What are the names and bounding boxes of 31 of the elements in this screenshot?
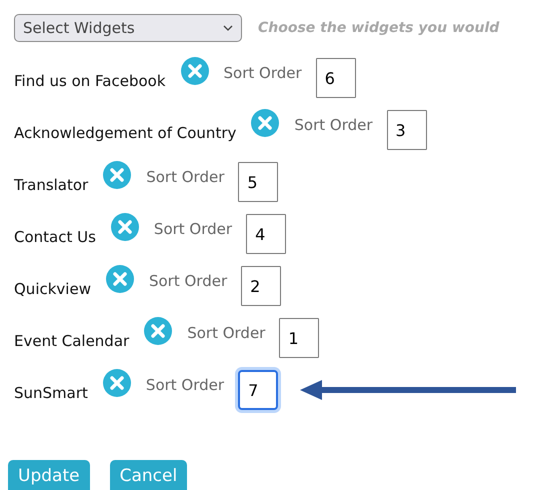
sort-order-label: Sort Order bbox=[146, 376, 224, 394]
sort-order-label: Sort Order bbox=[148, 272, 228, 290]
widget-name: Translator bbox=[14, 176, 88, 194]
sort-order-label: Sort Order bbox=[294, 116, 373, 134]
sort-order-field[interactable]: 5 bbox=[238, 162, 278, 202]
remove-icon[interactable] bbox=[143, 316, 174, 346]
remove-icon[interactable] bbox=[250, 108, 280, 138]
widget-select[interactable]: Select Widgets bbox=[14, 14, 242, 42]
sort-order-label: Sort Order bbox=[224, 64, 302, 82]
sort-order-field[interactable]: 3 bbox=[386, 110, 427, 150]
caret-icon bbox=[223, 25, 233, 31]
widget-name: Contact Us bbox=[14, 228, 96, 246]
widget-name: Acknowledgement of Country bbox=[14, 124, 236, 142]
remove-icon[interactable] bbox=[110, 212, 140, 242]
remove-icon[interactable] bbox=[180, 56, 210, 86]
sort-order-label: Sort Order bbox=[154, 220, 232, 238]
widget-name: Quickview bbox=[14, 280, 91, 298]
sort-order-label: Sort Order bbox=[187, 324, 266, 342]
remove-icon[interactable] bbox=[102, 368, 132, 398]
sort-order-label: Sort Order bbox=[146, 168, 224, 186]
remove-icon[interactable] bbox=[104, 264, 135, 294]
sort-order-field[interactable]: 2 bbox=[241, 266, 282, 306]
widget-name: Find us on Facebook bbox=[14, 72, 166, 90]
widget-name: Event Calendar bbox=[14, 332, 130, 350]
widget-name: SunSmart bbox=[14, 384, 88, 402]
sort-order-field[interactable]: 6 bbox=[316, 58, 356, 98]
remove-icon[interactable] bbox=[102, 160, 132, 190]
sort-order-field[interactable]: 1 bbox=[279, 318, 320, 358]
sort-order-field[interactable]: 7 bbox=[238, 370, 278, 410]
sort-order-field[interactable]: 4 bbox=[246, 214, 286, 254]
hint-text: Choose the widgets you would bbox=[258, 20, 500, 36]
